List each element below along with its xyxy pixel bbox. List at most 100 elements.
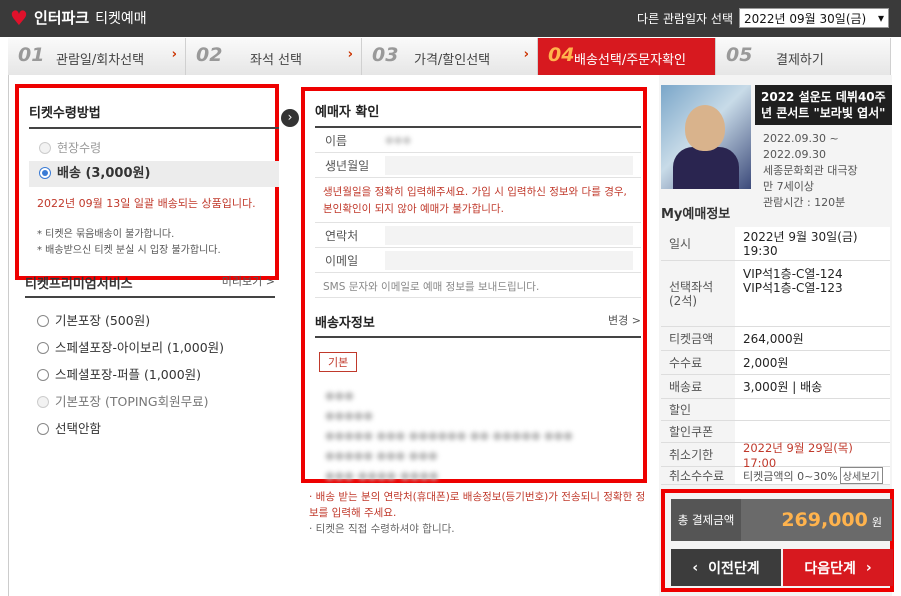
receive-method-box: 티켓수령방법 현장수령 배송 (3,000원) 2022년 09월 13일 일괄… xyxy=(15,84,279,280)
table-row: 티켓금액 264,000원 xyxy=(661,327,890,351)
main-content: 티켓수령방법 현장수령 배송 (3,000원) 2022년 09월 13일 일괄… xyxy=(8,75,894,596)
radio-icon xyxy=(37,369,49,381)
receive-note-1: * 티켓은 묶음배송이 불가합니다. xyxy=(37,229,175,240)
buyer-birth-input[interactable] xyxy=(385,155,633,175)
package-option[interactable]: 선택안함 xyxy=(37,415,224,442)
buyer-name-value: ●●● xyxy=(385,134,412,146)
receive-title: 티켓수령방법 xyxy=(29,102,279,129)
table-row: 취소수수료 티켓금액의 0~30% 상세보기 xyxy=(661,467,890,485)
show-title: 2022 설운도 데뷔40주년 콘서트 "보라빛 엽서" xyxy=(755,85,892,125)
sms-note: SMS 문자와 이메일로 예매 정보를 보내드립니다. xyxy=(315,273,641,298)
date-select[interactable]: 2022년 09월 30일(금) ▾ xyxy=(739,8,889,28)
right-panel: 2022 설운도 데뷔40주년 콘서트 "보라빛 엽서" 2022.09.30 … xyxy=(659,75,894,596)
buyer-name-row: 이름 ●●● xyxy=(315,128,641,153)
buyer-title: 예매자 확인 xyxy=(315,101,641,128)
cancel-fee-detail-button[interactable]: 상세보기 xyxy=(839,467,883,484)
radio-icon xyxy=(37,342,49,354)
package-option[interactable]: 스페셜포장-퍼플 (1,000원) xyxy=(37,361,224,388)
total-amount: 269,000 xyxy=(781,509,868,531)
chevron-right-icon: › xyxy=(171,47,177,62)
date-picker-label: 다른 관람일자 선택 xyxy=(637,11,733,26)
receive-note-2: * 배송받으신 티켓 분실 시 입장 불가합니다. xyxy=(37,245,221,256)
shipping-notes: · 배송 받는 분의 연락처(휴대폰)로 배송정보(등기번호)가 전송되니 정확… xyxy=(309,489,647,537)
step-3[interactable]: 03 가격/할인선택 › xyxy=(362,38,538,75)
step-5-label: 결제하기 xyxy=(776,53,824,68)
package-header: 티켓프리미엄서비스 미리보기 > xyxy=(25,273,275,298)
buyer-email-row: 이메일 xyxy=(315,248,641,273)
buyer-info-box: 예매자 확인 이름 ●●● 생년월일 생년월일을 정확히 입력해주세요. 가입 … xyxy=(301,87,647,483)
date-picker: 다른 관람일자 선택 2022년 09월 30일(금) ▾ xyxy=(637,8,889,28)
chevron-right-icon: › xyxy=(523,47,529,62)
package-preview-link[interactable]: 미리보기 > xyxy=(222,273,275,292)
shipping-note-2: · 티켓은 직접 수령하셔야 합니다. xyxy=(309,523,455,535)
delivery-date-msg: 2022년 09월 13일 일괄 배송되는 상품입니다. xyxy=(37,197,256,210)
chevron-left-icon: ‹ xyxy=(692,559,699,576)
radio-icon xyxy=(37,396,49,408)
shipping-title: 배송자정보 xyxy=(315,316,375,331)
buyer-birth-label: 생년월일 xyxy=(325,158,370,173)
package-option[interactable]: 스페셜포장-아이보리 (1,000원) xyxy=(37,334,224,361)
receive-delivery-option[interactable]: 배송 (3,000원) xyxy=(29,161,279,187)
step-1[interactable]: 01 관람일/회차선택 › xyxy=(8,38,186,75)
buyer-phone-label: 연락처 xyxy=(325,228,359,243)
buyer-phone-input[interactable] xyxy=(385,225,633,245)
step-4-label: 배송선택/주문자확인 xyxy=(574,53,687,68)
table-row: 수수료 2,000원 xyxy=(661,351,890,375)
radio-icon xyxy=(37,315,49,327)
next-step-button[interactable]: 다음단계 › xyxy=(783,549,893,586)
table-row: 선택좌석 (2석) VIP석1층-C열-124 VIP석1층-C열-123 xyxy=(661,261,890,327)
step-3-num: 03 xyxy=(372,44,399,66)
package-options: 기본포장 (500원) 스페셜포장-아이보리 (1,000원) 스페셜포장-퍼플… xyxy=(37,307,224,442)
top-bar: ♥ 인터파크 티켓예매 다른 관람일자 선택 2022년 09월 30일(금) … xyxy=(0,0,901,37)
left-panel: 티켓수령방법 현장수령 배송 (3,000원) 2022년 09월 13일 일괄… xyxy=(9,75,289,596)
radio-checked-icon xyxy=(39,167,51,179)
radio-icon xyxy=(37,423,49,435)
shipping-edit-link[interactable]: 변경 > xyxy=(608,312,641,331)
step-4[interactable]: 04 배송선택/주문자확인 xyxy=(538,38,716,75)
chevron-down-icon: ▾ xyxy=(877,11,884,25)
total-unit: 원 xyxy=(871,516,882,529)
total-label: 총 결제금액 xyxy=(671,499,741,541)
step-nav: 01 관람일/회차선택 › 02 좌석 선택 › 03 가격/할인선택 › 04… xyxy=(8,38,891,75)
receive-onsite-option[interactable]: 현장수령 xyxy=(29,135,279,161)
default-address-tag: 기본 xyxy=(319,352,358,372)
step-3-label: 가격/할인선택 xyxy=(414,53,491,68)
shipping-address: ●●● ●●●●● ●●●●● ●●● ●●●●●● ●● ●●●●● ●●● ●●●… xyxy=(325,389,573,482)
buyer-phone-row: 연락처 xyxy=(315,223,641,248)
package-option[interactable]: 기본포장 (500원) xyxy=(37,307,224,334)
brand-sub: 티켓예매 xyxy=(95,10,147,27)
step-2-label: 좌석 선택 xyxy=(250,53,302,68)
my-booking-table: 일시 2022년 9월 30일(금) 19:30 선택좌석 (2석) VIP석1… xyxy=(661,227,890,485)
prev-step-button[interactable]: ‹ 이전단계 xyxy=(671,549,781,586)
table-row: 할인 xyxy=(661,399,890,421)
buyer-email-input[interactable] xyxy=(385,250,633,270)
shipping-header: 배송자정보 변경 > xyxy=(315,312,641,338)
show-period: 2022.09.30 ~ 2022.09.30 xyxy=(763,132,839,161)
panel-toggle-icon[interactable]: › xyxy=(281,109,299,127)
logo[interactable]: ♥ 인터파크 티켓예매 xyxy=(10,7,147,28)
my-booking-title: My예매정보 xyxy=(661,203,890,229)
buyer-name-label: 이름 xyxy=(325,133,348,148)
heart-icon: ♥ xyxy=(10,5,28,30)
package-option[interactable]: 기본포장 (TOPING회원무료) xyxy=(37,388,224,415)
package-title: 티켓프리미엄서비스 xyxy=(25,277,133,292)
show-info: 2022.09.30 ~ 2022.09.30 세종문화회관 대극장 만 7세이… xyxy=(763,131,891,211)
step-4-num: 04 xyxy=(548,44,575,66)
show-poster xyxy=(661,85,751,189)
step-2[interactable]: 02 좌석 선택 › xyxy=(186,38,362,75)
table-row: 배송료 3,000원 | 배송 xyxy=(661,375,890,399)
middle-panel: 예매자 확인 이름 ●●● 생년월일 생년월일을 정확히 입력해주세요. 가입 … xyxy=(301,75,647,596)
chevron-right-icon: › xyxy=(865,559,872,576)
table-row: 일시 2022년 9월 30일(금) 19:30 xyxy=(661,227,890,261)
brand-name: 인터파크 xyxy=(33,9,90,27)
chevron-right-icon: › xyxy=(347,47,353,62)
step-5-num: 05 xyxy=(726,44,753,66)
step-5[interactable]: 05 결제하기 xyxy=(716,38,891,75)
total-payment: 총 결제금액 269,000 원 xyxy=(671,499,892,541)
shipping-note-1: · 배송 받는 분의 연락처(휴대폰)로 배송정보(등기번호)가 전송되니 정확… xyxy=(309,491,646,519)
birth-warning: 생년월일을 정확히 입력해주세요. 가입 시 입력하신 정보와 다를 경우, 본… xyxy=(315,178,641,223)
date-select-value: 2022년 09월 30일(금) xyxy=(744,11,867,26)
radio-icon xyxy=(39,142,51,154)
step-1-num: 01 xyxy=(18,44,45,66)
step-1-label: 관람일/회차선택 xyxy=(56,53,145,68)
